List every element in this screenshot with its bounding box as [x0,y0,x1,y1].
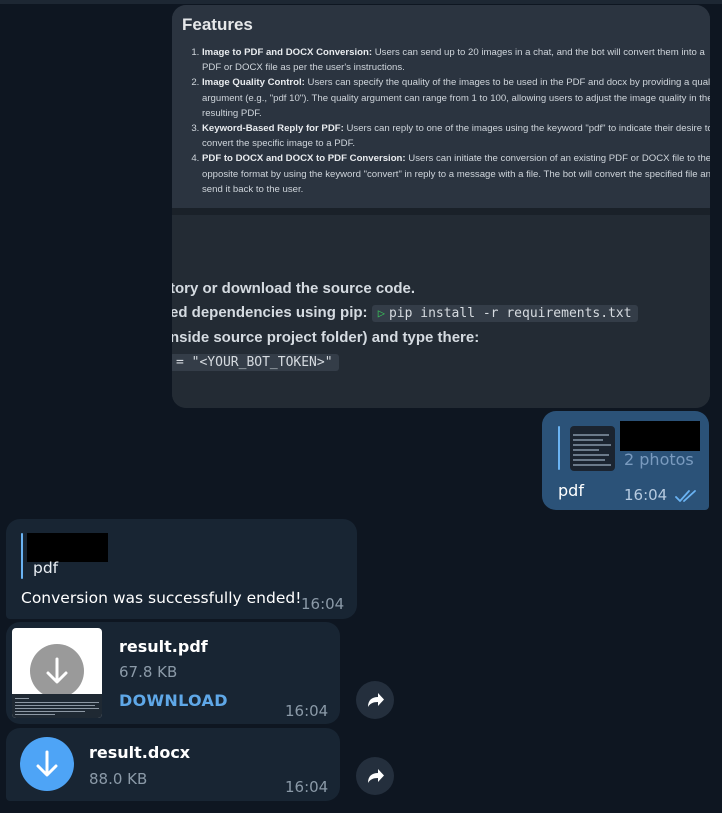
photo-features-panel: Features Image to PDF and DOCX Conversio… [172,5,710,208]
setup-line-1: tory or download the source code. [172,280,416,297]
message-text: Conversion was successfully ended! [21,589,302,607]
file-message-docx[interactable]: result.docx 88.0 KB 16:04 [6,728,340,801]
features-title: Features [182,15,253,34]
outgoing-message[interactable]: 2 photos pdf 16:04 [542,411,709,510]
message-text: pdf [558,481,584,500]
photo-message[interactable]: Features Image to PDF and DOCX Conversio… [172,5,710,408]
download-button[interactable] [20,737,74,791]
file-message-pdf[interactable]: result.pdf 67.8 KB DOWNLOAD 16:04 [6,622,340,724]
photo-divider [172,208,710,215]
code-snippet-token: = "<YOUR_BOT_TOKEN>" [172,354,339,371]
file-name: result.docx [89,743,191,762]
photo-setup-panel: tory or download the source code. ed dep… [172,215,710,408]
share-arrow-icon [368,769,384,783]
reply-bar [21,533,23,579]
setup-line-4: = "<YOUR_BOT_TOKEN>" [172,353,339,371]
share-arrow-icon [368,693,384,707]
reply-preview-text: 2 photos [624,450,694,469]
feature-item: Image Quality Control: Users can specify… [202,75,710,121]
forward-button[interactable] [356,681,394,719]
download-link[interactable]: DOWNLOAD [119,691,228,710]
setup-line-2: ed dependencies using pip: ▷ pip install … [172,304,638,322]
incoming-message[interactable]: pdf Conversion was successfully ended! 1… [6,519,357,619]
features-list: Image to PDF and DOCX Conversion: Users … [182,45,710,197]
setup-line-3: nside source project folder) and type th… [172,329,480,346]
feature-item: Keyword-Based Reply for PDF: Users can r… [202,121,710,151]
download-arrow-icon [36,750,58,777]
message-time: 16:04 [301,595,345,613]
file-size: 88.0 KB [89,770,148,788]
feature-item: PDF to DOCX and DOCX to PDF Conversion: … [202,151,710,197]
pdf-preview-thumbnail[interactable] [12,628,102,718]
top-divider [0,0,722,4]
download-arrow-icon [46,657,68,684]
file-name: result.pdf [119,637,208,656]
file-size: 67.8 KB [119,663,178,681]
feature-item: Image to PDF and DOCX Conversion: Users … [202,45,710,75]
play-icon: ▷ [377,306,385,320]
code-snippet-pip: ▷ pip install -r requirements.txt [371,305,638,322]
redacted-sender [620,421,700,451]
double-check-icon [675,490,696,502]
message-time: 16:04 [285,778,329,796]
reply-bar [558,426,560,470]
reply-photo-thumbnail [570,426,615,471]
reply-preview-text: pdf [33,559,59,577]
message-time: 16:04 [285,702,329,720]
redacted-sender [27,533,108,562]
message-time: 16:04 [624,486,668,504]
forward-button[interactable] [356,757,394,795]
download-button[interactable] [30,644,84,698]
